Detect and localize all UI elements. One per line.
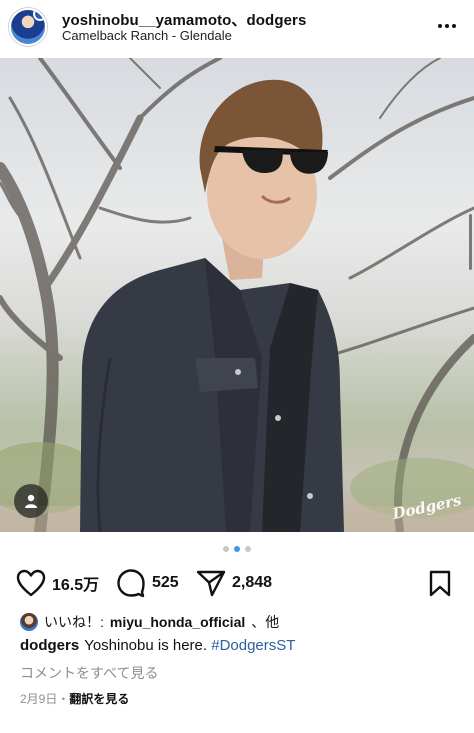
carousel-dot [245,546,251,552]
liked-by-row: いいね！: miyu_honda_official 、他 [20,612,279,632]
liked-by-prefix: いいね！: [44,614,104,630]
scrollbar-thumb[interactable] [469,214,472,270]
collab-avatar-badge [33,10,45,21]
share-count: 2,848 [232,574,273,591]
post-username[interactable]: yoshinobu__yamamoto、dodgers [62,9,306,30]
post-date: 2月9日 [20,692,58,706]
post-location[interactable]: Camelback Ranch - Glendale [62,28,232,43]
view-all-comments-link[interactable]: コメントをすべて見る [20,663,158,683]
meta-separator: ・ [57,692,70,706]
send-icon [196,570,226,597]
post-photo[interactable]: Dodgers [0,58,474,532]
heart-icon [16,569,46,597]
comment-button[interactable]: 525 [116,566,179,600]
carousel-dot-active [234,546,240,552]
comment-count: 525 [152,574,179,591]
see-translation-link[interactable]: 翻訳を見る [69,692,129,706]
carousel-indicator [0,546,474,552]
action-bar: 16.5万 525 2,848 [0,566,474,602]
more-options-icon[interactable] [434,14,460,38]
bookmark-icon [429,570,451,597]
save-button[interactable] [428,566,452,600]
post-caption: dodgers Yoshinobu is here. #DodgersST [20,637,295,654]
caption-username[interactable]: dodgers [20,637,79,654]
tagged-user-icon[interactable] [14,484,48,518]
post-meta: 2月9日・翻訳を見る [20,690,129,707]
carousel-dot [223,546,229,552]
profile-avatar[interactable] [9,8,47,46]
liked-by-suffix[interactable]: 、他 [251,612,279,632]
caption-text: Yoshinobu is here. [84,637,208,654]
share-button[interactable]: 2,848 [196,566,272,600]
post-header: yoshinobu__yamamoto、dodgers Camelback Ra… [0,0,474,58]
like-count: 16.5万 [52,577,100,594]
comment-icon [117,569,145,598]
caption-hashtag[interactable]: #DodgersST [211,637,295,654]
photo-illustration [0,58,474,532]
liked-by-user[interactable]: miyu_honda_official [110,614,245,630]
like-button[interactable]: 16.5万 [16,566,99,600]
liker-avatar[interactable] [20,613,38,631]
